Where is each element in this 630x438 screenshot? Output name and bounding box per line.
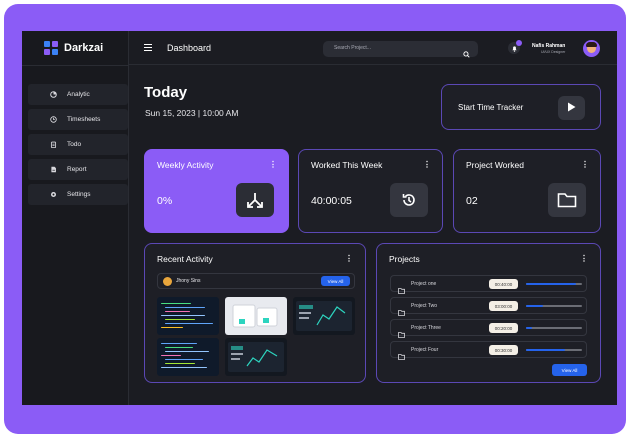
search-input[interactable]: Search Project... (323, 41, 478, 58)
project-row[interactable]: Project Three 00:20:00 (390, 319, 587, 338)
view-all-button[interactable]: View All (321, 276, 350, 286)
card-title: Worked This Week (311, 160, 383, 170)
sidebar-item-label: Todo (67, 141, 82, 148)
outer-frame: Darkzai Analytic Timesheets Todo Report … (4, 4, 626, 434)
more-options-icon[interactable]: ⋮ (423, 160, 431, 169)
pie-chart-icon (50, 91, 57, 98)
tracker-label: Start Time Tracker (458, 103, 524, 112)
worked-this-week-card[interactable]: Worked This Week ⋮ 40:00:05 (298, 149, 443, 233)
weekly-activity-card[interactable]: Weekly Activity ⋮ 0% (144, 149, 289, 233)
search-icon[interactable] (463, 45, 470, 58)
projects-panel: Projects ⋮ Project one 00:40:00 Project … (376, 243, 601, 383)
arrows-split-icon (236, 183, 274, 217)
project-progress-bar (526, 327, 582, 329)
project-row[interactable]: Project Two 03:00:00 (390, 297, 587, 316)
project-progress-bar (526, 349, 582, 351)
project-progress-bar (526, 283, 582, 285)
search-placeholder: Search Project... (334, 45, 371, 51)
page-heading: Today (144, 84, 188, 101)
sidebar-item-analytic[interactable]: Analytic (28, 84, 128, 105)
sidebar: Darkzai Analytic Timesheets Todo Report … (22, 31, 129, 405)
project-name: Project Three (411, 325, 441, 331)
project-row[interactable]: Project one 00:40:00 (390, 275, 587, 294)
sidebar-item-settings[interactable]: Settings (28, 184, 128, 205)
card-value: 02 (466, 195, 478, 207)
sidebar-nav: Analytic Timesheets Todo Report Settings (28, 84, 128, 209)
project-time-badge: 00:40:00 (489, 279, 518, 289)
project-name: Project Two (411, 303, 438, 309)
play-button[interactable] (558, 96, 585, 120)
hamburger-menu-icon[interactable] (144, 44, 152, 52)
view-all-button[interactable]: View All (552, 364, 587, 376)
more-options-icon[interactable]: ⋮ (345, 254, 353, 263)
top-bar: Dashboard Search Project... Nafis Rahman… (129, 31, 617, 65)
more-options-icon[interactable]: ⋮ (580, 254, 588, 263)
sidebar-item-label: Report (67, 166, 87, 173)
report-icon (50, 166, 57, 173)
user-name: Nafis Rahman (532, 43, 566, 49)
app-window: Darkzai Analytic Timesheets Todo Report … (22, 31, 617, 405)
sidebar-item-label: Timesheets (67, 116, 101, 123)
activity-screenshot[interactable] (225, 297, 287, 335)
activity-screenshot[interactable] (225, 338, 287, 376)
project-time-badge: 03:00:00 (489, 301, 518, 311)
avatar[interactable] (583, 40, 600, 57)
folder-icon (398, 281, 405, 294)
sidebar-item-label: Analytic (67, 91, 90, 98)
folder-icon (398, 347, 405, 360)
current-date: Sun 15, 2023 | 10:00 AM (145, 108, 239, 118)
clock-icon (50, 116, 57, 123)
project-name: Project Four (411, 347, 439, 353)
sidebar-item-label: Settings (67, 191, 91, 198)
sidebar-item-report[interactable]: Report (28, 159, 128, 180)
notification-dot (516, 40, 522, 46)
sidebar-item-todo[interactable]: Todo (28, 134, 128, 155)
project-name: Project one (411, 281, 437, 287)
panel-title: Projects (389, 254, 420, 264)
card-value: 40:00:05 (311, 195, 352, 207)
start-time-tracker-card[interactable]: Start Time Tracker (441, 84, 601, 130)
clipboard-icon (50, 141, 57, 148)
folder-icon (398, 303, 405, 316)
activity-user-row: Jhony Sins View All (157, 273, 355, 289)
gear-icon (50, 191, 57, 198)
folder-icon (548, 183, 586, 217)
activity-screenshot[interactable] (157, 338, 219, 376)
notification-button[interactable] (508, 40, 522, 54)
folder-icon (398, 325, 405, 338)
more-options-icon[interactable]: ⋮ (269, 160, 277, 169)
app-logo[interactable]: Darkzai (44, 41, 103, 55)
project-time-badge: 00:20:00 (489, 323, 518, 333)
play-icon (567, 99, 576, 117)
panel-title: Recent Activity (157, 254, 213, 264)
card-title: Weekly Activity (157, 160, 214, 170)
user-role: UI/UX Designer (541, 50, 566, 54)
activity-user-name: Jhony Sins (176, 278, 201, 284)
recent-activity-panel: Recent Activity ⋮ Jhony Sins View All (144, 243, 366, 383)
project-row[interactable]: Project Four 00:30:00 (390, 341, 587, 360)
card-title: Project Worked (466, 160, 524, 170)
activity-screenshot[interactable] (157, 297, 219, 335)
more-options-icon[interactable]: ⋮ (581, 160, 589, 169)
page-title: Dashboard (167, 43, 212, 53)
sidebar-item-timesheets[interactable]: Timesheets (28, 109, 128, 130)
logo-icon (44, 41, 58, 55)
app-name: Darkzai (64, 42, 104, 54)
sidebar-divider (22, 65, 129, 66)
history-icon (390, 183, 428, 217)
project-progress-bar (526, 305, 582, 307)
card-value: 0% (157, 195, 173, 207)
project-worked-card[interactable]: Project Worked ⋮ 02 (453, 149, 601, 233)
activity-screenshot[interactable] (293, 297, 355, 335)
project-time-badge: 00:30:00 (489, 345, 518, 355)
avatar (163, 277, 172, 286)
